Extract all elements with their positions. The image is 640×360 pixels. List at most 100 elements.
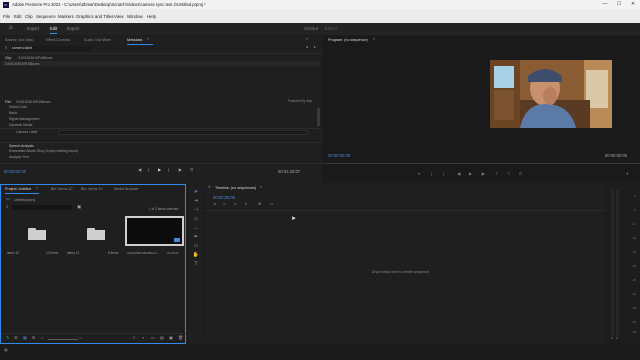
slip-tool-icon[interactable]: ↔ [192, 226, 200, 234]
new-item-icon[interactable]: ▣ [169, 336, 173, 340]
home-icon[interactable]: ⌂ [9, 25, 13, 31]
step-forward-icon[interactable]: |▶ [481, 172, 485, 176]
icon-view-icon[interactable]: ▦ [23, 336, 27, 340]
lift-icon[interactable]: ⇧ [495, 172, 498, 176]
menu-view[interactable]: View [114, 14, 123, 19]
clip-name[interactable]: GX011536.MP4/Bloom [127, 251, 157, 255]
menu-file[interactable]: File [3, 14, 10, 19]
workspace-import[interactable]: Import [27, 26, 39, 31]
tab-effect-controls[interactable]: Effect Controls [46, 38, 70, 42]
sort-icon[interactable]: ≡ [133, 336, 135, 340]
camera-label-input[interactable] [58, 129, 308, 135]
tab-bin-items-12[interactable]: Bin: Items 12 [51, 187, 73, 191]
pen-tool-icon[interactable]: ✒ [192, 235, 200, 243]
tab-menu-icon[interactable]: ≡ [373, 37, 375, 42]
zoom-slider[interactable] [48, 338, 78, 340]
speech-analysis-heading[interactable]: Speech Analysis [9, 144, 34, 148]
step-forward-icon[interactable]: |▶ [178, 168, 182, 172]
metadata-search-input[interactable]: camera label [11, 46, 91, 51]
ripple-edit-tool-icon[interactable]: ⊣ [192, 208, 200, 216]
tab-menu-icon[interactable]: ≡ [147, 37, 149, 42]
bin-name[interactable]: Items 12 [67, 251, 79, 255]
tab-media-browser[interactable]: Media Browser [114, 187, 139, 191]
metadata-row-dynamic-media[interactable]: Dynamic Media [9, 123, 32, 127]
play-button-icon[interactable]: ▶ [469, 172, 472, 176]
solo-left-button[interactable]: S [611, 336, 613, 340]
snap-icon[interactable]: ⊂ [223, 202, 226, 207]
type-tool-icon[interactable]: T [192, 262, 200, 270]
close-panel-icon[interactable]: ✕ [208, 185, 211, 190]
program-title[interactable]: Program: (no sequence) [328, 38, 368, 42]
metadata-scrollbar[interactable] [317, 108, 320, 126]
folder-icon[interactable] [28, 228, 46, 240]
settings-icon[interactable]: ⚙ [258, 202, 261, 207]
close-button[interactable]: ✕ [626, 0, 640, 9]
add-marker-icon[interactable]: ▾ [245, 202, 247, 207]
zoom-out-icon[interactable]: ○ [41, 336, 43, 340]
captions-icon[interactable]: ▭ [270, 202, 273, 207]
export-frame-icon[interactable]: ⊡ [519, 172, 522, 176]
pencil-icon[interactable]: ✎ [6, 336, 9, 340]
tab-audio-clip-mixer[interactable]: Audio Clip Mixer [84, 38, 111, 42]
step-back-icon[interactable]: ◀| [457, 172, 461, 176]
folder-icon[interactable] [87, 228, 105, 240]
razor-tool-icon[interactable]: ◇ [192, 217, 200, 225]
timeline-title[interactable]: Timeline: (no sequences) [215, 186, 256, 190]
prev-result-icon[interactable]: ◂ [306, 45, 308, 50]
freeform-view-icon[interactable]: ⊟ [32, 336, 35, 340]
menu-markers[interactable]: Markers [58, 14, 74, 19]
program-video-frame[interactable] [490, 60, 612, 128]
minimize-button[interactable]: — [598, 0, 612, 9]
step-back-icon[interactable]: ◀| [138, 168, 142, 172]
rectangle-tool-icon[interactable]: ▭ [192, 244, 200, 252]
source-timecode-current[interactable]: 00:00:00:00 [4, 169, 26, 174]
mark-out-icon[interactable]: } [168, 168, 169, 172]
next-result-icon[interactable]: ▸ [314, 45, 316, 50]
project-search-input[interactable] [12, 205, 72, 210]
find-icon[interactable]: ⌕ [142, 336, 144, 340]
program-timecode-current[interactable]: 00:00:00:00 [328, 153, 350, 158]
new-bin-icon[interactable]: ▭ [151, 336, 155, 340]
solo-right-button[interactable]: S [616, 336, 618, 340]
timeline-timecode[interactable]: 00;00;00;00 [213, 195, 235, 200]
new-bin-from-search-icon[interactable]: ▣ [77, 204, 81, 210]
menu-clip[interactable]: Clip [25, 14, 33, 19]
tab-menu-icon[interactable]: ≡ [36, 186, 38, 191]
clip-thumbnail[interactable] [125, 216, 184, 246]
tab-metadata[interactable]: Metadata [127, 38, 142, 42]
hand-tool-icon[interactable]: ✋ [192, 253, 200, 261]
selection-tool-icon[interactable]: ➤ [192, 190, 200, 198]
mark-in-icon[interactable]: { [148, 168, 149, 172]
workspace-export[interactable]: Export [67, 26, 79, 31]
menu-edit[interactable]: Edit [14, 14, 22, 19]
metadata-row-rights-management[interactable]: Rights Management [9, 117, 39, 121]
export-frame-icon[interactable]: ⊡ [190, 168, 193, 172]
menu-sequence[interactable]: Sequence [36, 14, 56, 19]
button-editor-plus-icon[interactable]: + [626, 172, 628, 176]
trash-icon[interactable]: 🗑 [178, 336, 183, 340]
play-button-icon[interactable]: ▶ [158, 168, 161, 172]
extract-icon[interactable]: ⇪ [507, 172, 510, 176]
menu-help[interactable]: Help [147, 14, 156, 19]
new-item-icon[interactable]: ▤ [160, 336, 164, 340]
metadata-row-basic[interactable]: Basic [9, 111, 17, 115]
tab-menu-icon[interactable]: ≡ [260, 185, 262, 190]
bin-name[interactable]: Items 10 [7, 251, 19, 255]
list-view-icon[interactable]: ☰ [14, 336, 18, 340]
program-scrub-bar[interactable] [323, 163, 640, 164]
menu-window[interactable]: Window [127, 14, 143, 19]
zoom-in-icon[interactable]: ○ [79, 336, 81, 340]
track-select-tool-icon[interactable]: ⇥ [192, 199, 200, 207]
add-marker-icon[interactable]: ▾ [418, 172, 420, 176]
tab-source[interactable]: Source: (no clips) [5, 38, 34, 42]
maximize-button[interactable]: ☐ [612, 0, 626, 9]
menu-graphics-and-titles[interactable]: Graphics and Titles [76, 14, 114, 19]
clip-row[interactable]: GX011536.MP4/Bloom [2, 61, 320, 66]
expand-panel-icon[interactable]: » [306, 37, 308, 42]
tab-project[interactable]: Project: Untitled [5, 187, 31, 191]
mark-out-icon[interactable]: } [443, 172, 444, 176]
mark-in-icon[interactable]: { [431, 172, 432, 176]
nest-icon[interactable]: ⇲ [213, 202, 216, 207]
metadata-row-dublin-core[interactable]: Dublin Core [9, 105, 27, 109]
linked-selection-icon[interactable]: ∞ [234, 202, 237, 207]
